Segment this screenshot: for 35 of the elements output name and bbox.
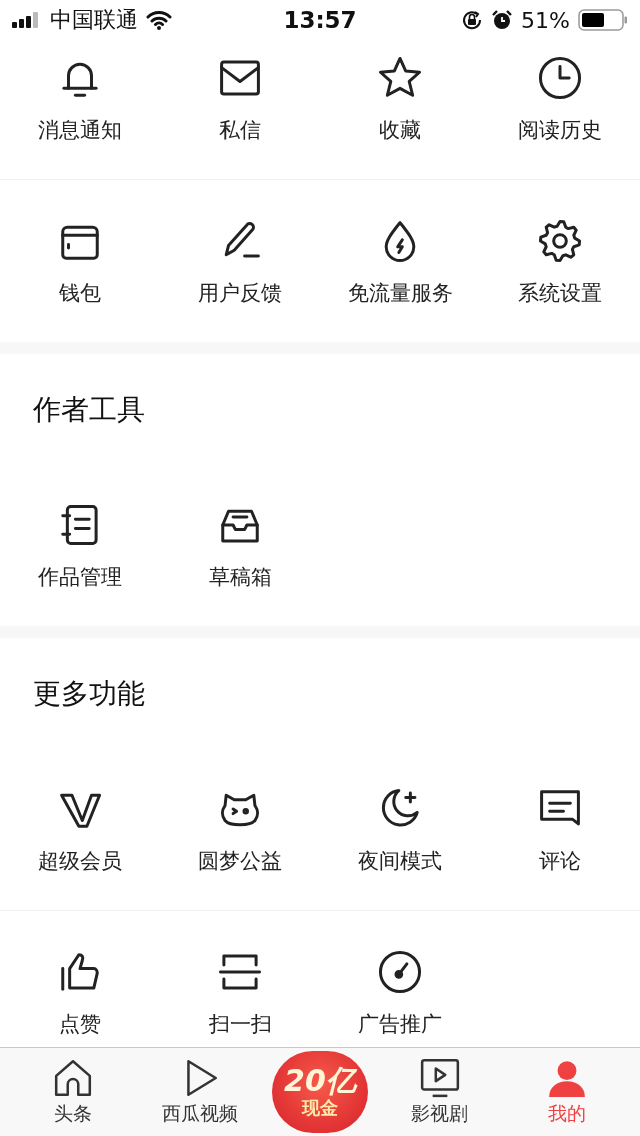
menu-item[interactable]: 消息通知 bbox=[0, 55, 160, 143]
tab[interactable]: 影视剧 bbox=[384, 1057, 495, 1127]
settings-icon bbox=[537, 218, 583, 264]
menu-item[interactable]: 阅读历史 bbox=[480, 55, 640, 143]
rotation-lock-icon bbox=[461, 9, 484, 31]
menu-item[interactable]: 广告推广 bbox=[320, 949, 480, 1037]
tab[interactable]: 头条 bbox=[18, 1057, 129, 1127]
tv-icon bbox=[418, 1057, 461, 1099]
section-heading: 作者工具 bbox=[32, 392, 146, 428]
carrier-name: 中国联通 bbox=[50, 6, 138, 34]
menu-item[interactable]: 圆梦公益 bbox=[160, 786, 320, 874]
menu-item[interactable]: 评论 bbox=[480, 786, 640, 874]
alarm-icon bbox=[491, 9, 514, 31]
tab[interactable]: 西瓜视频 bbox=[145, 1057, 256, 1127]
menu-item[interactable]: 钱包 bbox=[0, 218, 160, 306]
menu-item[interactable]: 点赞 bbox=[0, 949, 160, 1037]
status-time: 13:57 bbox=[283, 7, 357, 33]
battery-percent: 51% bbox=[521, 7, 570, 33]
wifi-icon bbox=[146, 10, 172, 30]
menu-item[interactable]: 私信 bbox=[160, 55, 320, 143]
menu-item[interactable]: 系统设置 bbox=[480, 218, 640, 306]
menu-item[interactable]: 超级会员 bbox=[0, 786, 160, 874]
menu-item[interactable]: 用户反馈 bbox=[160, 218, 320, 306]
menu-item[interactable]: 作品管理 bbox=[0, 502, 160, 590]
promo-badge[interactable]: 20亿 现金 bbox=[272, 1051, 368, 1133]
menu-item[interactable]: 夜间模式 bbox=[320, 786, 480, 874]
menu-item[interactable]: 免流量服务 bbox=[320, 218, 480, 306]
menu-item[interactable]: 扫一扫 bbox=[160, 949, 320, 1037]
tab[interactable]: 我的 bbox=[511, 1057, 622, 1127]
gauge-icon bbox=[377, 949, 423, 995]
battery-icon bbox=[578, 9, 628, 31]
clock-icon bbox=[537, 55, 583, 101]
menu-item[interactable]: 收藏 bbox=[320, 55, 480, 143]
section-heading: 更多功能 bbox=[32, 676, 146, 712]
menu-item[interactable]: 草稿箱 bbox=[160, 502, 320, 590]
